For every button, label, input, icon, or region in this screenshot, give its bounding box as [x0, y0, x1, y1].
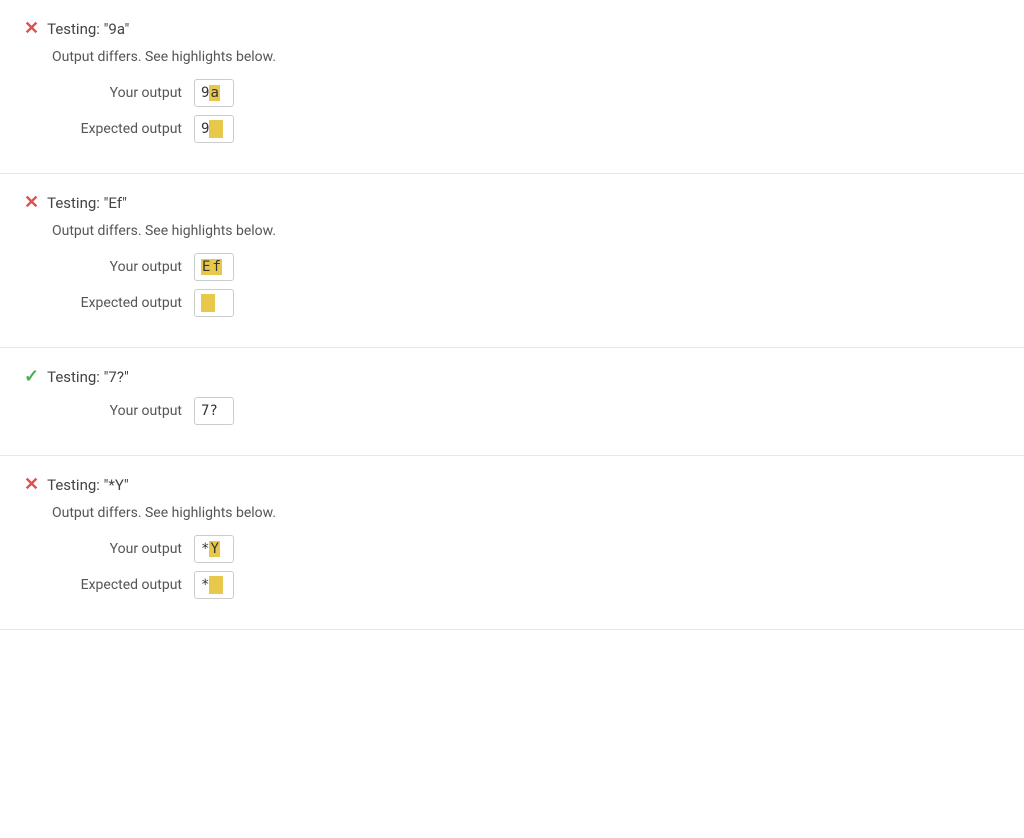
test-title: Testing: "7?" [47, 368, 129, 386]
output-box: 7? [194, 397, 234, 425]
test-header: ✕ Testing: "9a" [24, 18, 1000, 39]
plain-text: * [201, 577, 209, 593]
plain-text: 7? [201, 403, 218, 419]
test-header: ✕ Testing: "Ef" [24, 192, 1000, 213]
plain-text: 9 [201, 85, 209, 101]
your-output-row: Your output 7? [52, 397, 1000, 425]
test-block: ✕ Testing: "Ef" Output differs. See high… [0, 174, 1024, 348]
fail-icon: ✕ [24, 18, 39, 39]
diff-message: Output differs. See highlights below. [52, 223, 1000, 239]
output-box: 9a [194, 79, 234, 107]
highlight-text: Y [209, 541, 219, 557]
test-block: ✕ Testing: "*Y" Output differs. See high… [0, 456, 1024, 630]
test-block: ✕ Testing: "9a" Output differs. See high… [0, 0, 1024, 174]
output-box: * [194, 571, 234, 599]
your-output-label: Your output [52, 403, 182, 419]
test-title: Testing: "Ef" [47, 194, 127, 212]
expected-output-row: Expected output [52, 289, 1000, 317]
expected-output-label: Expected output [52, 577, 182, 593]
pass-icon: ✓ [24, 366, 39, 387]
output-box: *Y [194, 535, 234, 563]
test-header: ✓ Testing: "7?" [24, 366, 1000, 387]
test-title: Testing: "*Y" [47, 476, 129, 494]
your-output-row: Your output *Y [52, 535, 1000, 563]
expected-output-row: Expected output 9 [52, 115, 1000, 143]
plain-text: 9 [201, 121, 209, 137]
highlight-text: a [209, 85, 219, 101]
diff-message: Output differs. See highlights below. [52, 49, 1000, 65]
output-box: 9 [194, 115, 234, 143]
highlight-text: E [201, 259, 211, 275]
highlight-block [201, 294, 215, 312]
expected-output-label: Expected output [52, 121, 182, 137]
your-output-row: Your output Ef [52, 253, 1000, 281]
expected-output-row: Expected output * [52, 571, 1000, 599]
highlight-block [209, 576, 223, 594]
highlight-text: f [211, 259, 221, 275]
fail-icon: ✕ [24, 192, 39, 213]
highlight-block [209, 120, 223, 138]
fail-icon: ✕ [24, 474, 39, 495]
test-header: ✕ Testing: "*Y" [24, 474, 1000, 495]
diff-message: Output differs. See highlights below. [52, 505, 1000, 521]
test-title: Testing: "9a" [47, 20, 129, 38]
your-output-label: Your output [52, 541, 182, 557]
output-box [194, 289, 234, 317]
your-output-row: Your output 9a [52, 79, 1000, 107]
output-box: Ef [194, 253, 234, 281]
expected-output-label: Expected output [52, 295, 182, 311]
your-output-label: Your output [52, 85, 182, 101]
your-output-label: Your output [52, 259, 182, 275]
test-block: ✓ Testing: "7?" Your output 7? [0, 348, 1024, 456]
plain-text: * [201, 541, 209, 557]
